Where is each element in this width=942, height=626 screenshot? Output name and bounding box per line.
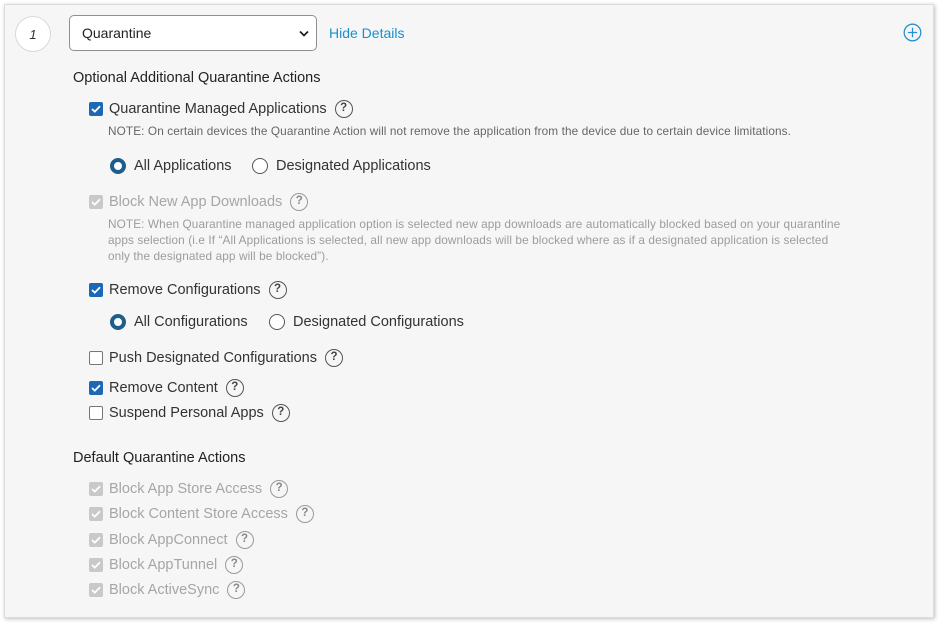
quarantine-action-panel: 1 Quarantine Hide Details Optional Addit… bbox=[4, 4, 934, 618]
default-item-block-content-store-access: Block Content Store Access ? bbox=[89, 505, 314, 523]
default-item-block-apptunnel: Block AppTunnel ? bbox=[89, 556, 244, 574]
help-icon[interactable]: ? bbox=[235, 531, 254, 549]
remove-content-option[interactable]: Remove Content ? bbox=[89, 379, 244, 397]
help-icon[interactable]: ? bbox=[324, 349, 343, 367]
default-item-label: Block ActiveSync bbox=[109, 582, 220, 598]
default-item-label: Block App Store Access bbox=[109, 481, 263, 497]
remove-configurations-checkbox[interactable] bbox=[89, 283, 103, 297]
default-item-checkbox bbox=[89, 533, 103, 547]
push-designated-configurations-label: Push Designated Configurations bbox=[109, 350, 317, 366]
help-icon[interactable]: ? bbox=[225, 379, 244, 397]
checkmark-icon bbox=[91, 384, 101, 392]
default-item-checkbox bbox=[89, 583, 103, 597]
help-icon[interactable]: ? bbox=[268, 281, 287, 299]
default-item-checkbox bbox=[89, 507, 103, 521]
step-number: 1 bbox=[29, 26, 37, 42]
action-type-select[interactable]: Quarantine bbox=[69, 15, 317, 51]
help-icon[interactable]: ? bbox=[225, 556, 244, 574]
checkmark-icon bbox=[91, 561, 101, 569]
optional-actions-heading: Optional Additional Quarantine Actions bbox=[73, 70, 321, 86]
radio-all-applications[interactable]: All Applications bbox=[110, 158, 232, 174]
action-type-select-value: Quarantine bbox=[82, 25, 152, 41]
quarantine-managed-apps-option[interactable]: Quarantine Managed Applications ? bbox=[89, 100, 353, 118]
hide-details-link[interactable]: Hide Details bbox=[329, 25, 404, 41]
plus-circle-icon[interactable] bbox=[903, 23, 922, 42]
default-item-block-activesync: Block ActiveSync ? bbox=[89, 581, 246, 599]
radio-designated-configurations-indicator[interactable] bbox=[269, 314, 285, 330]
block-new-app-downloads-label: Block New App Downloads bbox=[109, 194, 283, 210]
quarantine-managed-apps-label: Quarantine Managed Applications bbox=[109, 101, 327, 117]
checkmark-icon bbox=[91, 105, 101, 113]
checkmark-icon bbox=[91, 536, 101, 544]
remove-content-checkbox[interactable] bbox=[89, 381, 103, 395]
note-line: apps selection (i.e If “All Applications… bbox=[108, 233, 829, 247]
radio-designated-applications-indicator[interactable] bbox=[252, 158, 268, 174]
quarantine-managed-apps-checkbox[interactable] bbox=[89, 102, 103, 116]
radio-all-applications-label: All Applications bbox=[134, 158, 232, 174]
help-icon[interactable]: ? bbox=[334, 100, 353, 118]
default-item-label: Block AppTunnel bbox=[109, 557, 218, 573]
suspend-personal-apps-checkbox[interactable] bbox=[89, 406, 103, 420]
quarantine-managed-apps-note: NOTE: On certain devices the Quarantine … bbox=[108, 124, 792, 138]
radio-designated-configurations-label: Designated Configurations bbox=[293, 314, 464, 330]
help-icon[interactable]: ? bbox=[227, 581, 246, 599]
push-designated-configurations-option[interactable]: Push Designated Configurations ? bbox=[89, 349, 343, 367]
step-number-badge: 1 bbox=[15, 16, 51, 52]
default-item-label: Block Content Store Access bbox=[109, 506, 288, 522]
remove-content-label: Remove Content bbox=[109, 380, 218, 396]
default-item-block-appconnect: Block AppConnect ? bbox=[89, 531, 254, 549]
radio-all-configurations[interactable]: All Configurations bbox=[110, 314, 248, 330]
checkmark-icon bbox=[91, 586, 101, 594]
help-icon[interactable]: ? bbox=[290, 193, 309, 211]
radio-all-configurations-indicator[interactable] bbox=[110, 314, 126, 330]
note-line: NOTE: When Quarantine managed applicatio… bbox=[108, 217, 841, 231]
chevron-down-icon bbox=[299, 30, 309, 37]
note-line: only the designated app will be blocked”… bbox=[108, 249, 329, 263]
radio-designated-applications[interactable]: Designated Applications bbox=[252, 158, 431, 174]
checkmark-icon bbox=[91, 510, 101, 518]
radio-all-applications-indicator[interactable] bbox=[110, 158, 126, 174]
block-new-app-downloads-checkbox bbox=[89, 195, 103, 209]
suspend-personal-apps-label: Suspend Personal Apps bbox=[109, 405, 264, 421]
default-item-label: Block AppConnect bbox=[109, 532, 228, 548]
help-icon[interactable]: ? bbox=[271, 404, 290, 422]
remove-configurations-option[interactable]: Remove Configurations ? bbox=[89, 281, 287, 299]
remove-configurations-label: Remove Configurations bbox=[109, 282, 261, 298]
radio-all-configurations-label: All Configurations bbox=[134, 314, 248, 330]
radio-designated-applications-label: Designated Applications bbox=[276, 158, 431, 174]
block-new-app-downloads-note: NOTE: When Quarantine managed applicatio… bbox=[108, 216, 918, 264]
help-icon[interactable]: ? bbox=[295, 505, 314, 523]
default-item-checkbox bbox=[89, 482, 103, 496]
block-new-app-downloads-option: Block New App Downloads ? bbox=[89, 193, 309, 211]
push-designated-configurations-checkbox[interactable] bbox=[89, 351, 103, 365]
default-actions-heading: Default Quarantine Actions bbox=[73, 450, 246, 466]
default-item-checkbox bbox=[89, 558, 103, 572]
checkmark-icon bbox=[91, 286, 101, 294]
radio-designated-configurations[interactable]: Designated Configurations bbox=[269, 314, 464, 330]
help-icon[interactable]: ? bbox=[270, 480, 289, 498]
checkmark-icon bbox=[91, 485, 101, 493]
suspend-personal-apps-option[interactable]: Suspend Personal Apps ? bbox=[89, 404, 290, 422]
default-item-block-app-store-access: Block App Store Access ? bbox=[89, 480, 289, 498]
checkmark-icon bbox=[91, 198, 101, 206]
